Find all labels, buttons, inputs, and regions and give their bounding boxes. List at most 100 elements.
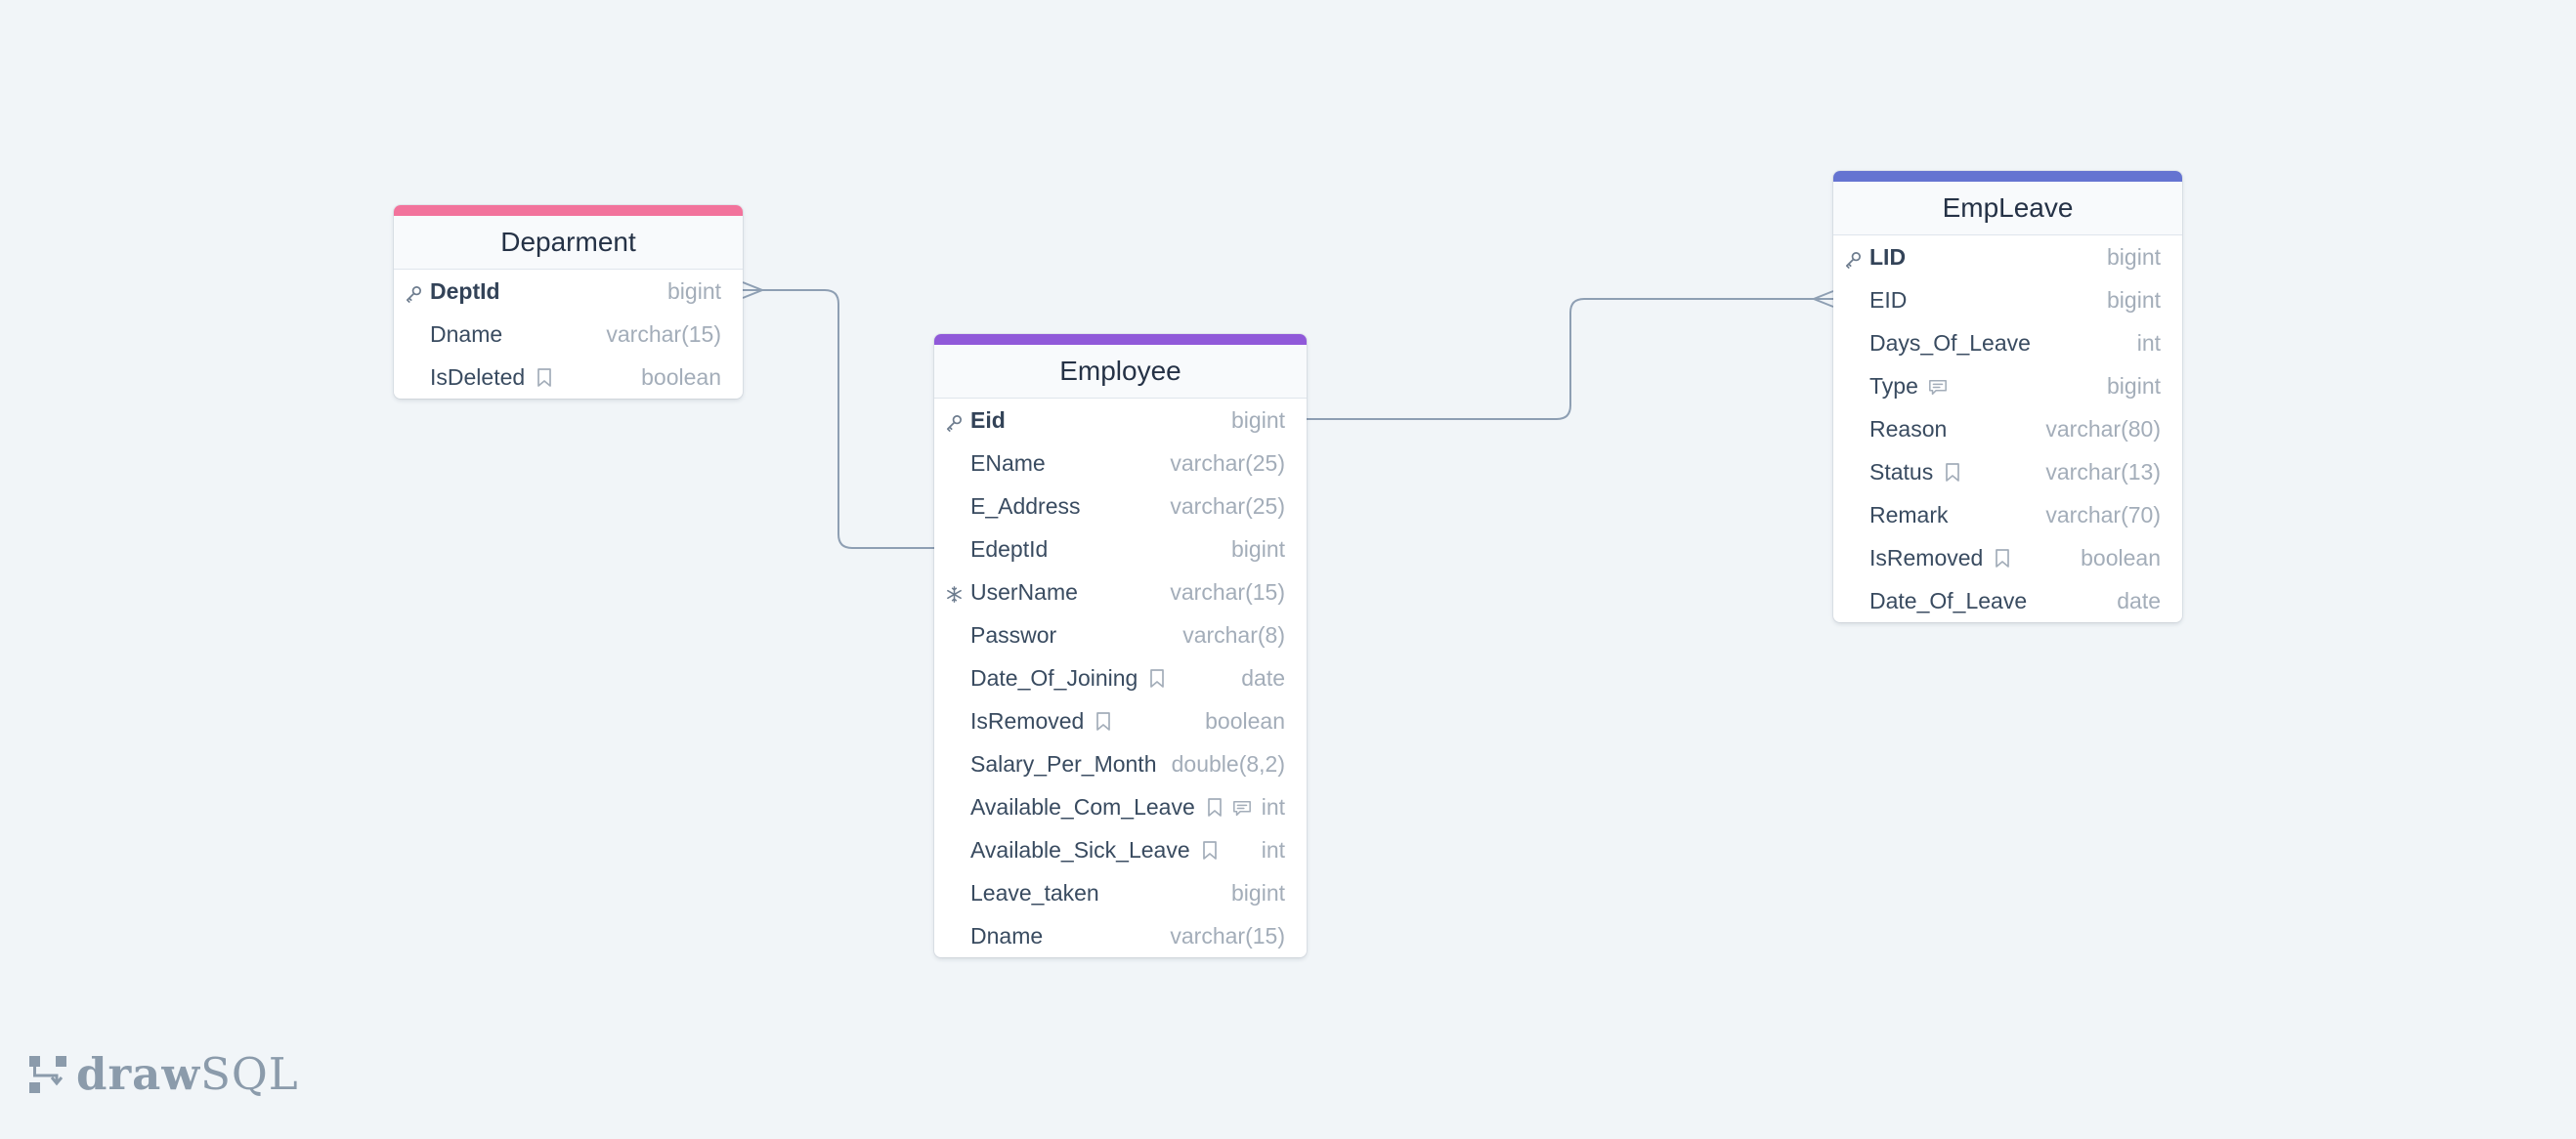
column-name: Eid — [970, 406, 1006, 433]
column-flags — [1205, 797, 1252, 818]
column-type: boolean — [2081, 544, 2161, 570]
column-row-date-of-leave[interactable]: Date_Of_Leave date — [1833, 579, 2182, 622]
column-type: varchar(25) — [1170, 492, 1285, 519]
column-row-dname[interactable]: Dname varchar(15) — [934, 914, 1307, 957]
column-row-eid[interactable]: Eid bigint — [934, 399, 1307, 442]
column-type: varchar(80) — [2045, 415, 2161, 442]
bookmark-icon[interactable] — [1205, 797, 1224, 818]
brand-wordmark: drawSQL — [76, 1048, 299, 1100]
column-row-type[interactable]: Type bigint — [1833, 364, 2182, 407]
column-type: varchar(25) — [1170, 449, 1285, 476]
column-row-eid[interactable]: EID bigint — [1833, 278, 2182, 321]
snowflake-icon — [945, 583, 964, 603]
column-row-leave-taken[interactable]: Leave_taken bigint — [934, 871, 1307, 914]
column-type: bigint — [1231, 879, 1285, 906]
column-row-dname[interactable]: Dname varchar(15) — [394, 313, 743, 356]
column-row-deptid[interactable]: DeptId bigint — [394, 270, 743, 313]
bookmark-icon[interactable] — [1200, 840, 1220, 861]
column-type: varchar(15) — [606, 320, 721, 347]
table-empleave[interactable]: EmpLeave LID bigint EID bigint Days_Of_Leave i… — [1833, 171, 2182, 622]
column-flags — [1200, 840, 1220, 861]
bookmark-icon[interactable] — [1943, 462, 1962, 483]
column-name: EID — [1869, 286, 1908, 313]
column-name: Available_Com_Leave — [970, 793, 1195, 820]
column-type: bigint — [2107, 372, 2161, 399]
column-flags — [1993, 548, 2012, 569]
column-name: IsRemoved — [970, 707, 1085, 734]
table-accent-bar — [934, 334, 1307, 345]
column-name: Dname — [430, 320, 503, 347]
column-name: LID — [1869, 243, 1907, 270]
column-row-date-of-joining[interactable]: Date_Of_Joining date — [934, 656, 1307, 699]
column-type: int — [1261, 793, 1285, 820]
column-type: bigint — [2107, 286, 2161, 313]
column-name: Type — [1869, 372, 1918, 399]
bookmark-icon[interactable] — [535, 367, 554, 388]
column-row-passwor[interactable]: Passwor varchar(8) — [934, 613, 1307, 656]
column-row-username[interactable]: UserName varchar(15) — [934, 570, 1307, 613]
key-icon — [945, 411, 964, 432]
column-row-status[interactable]: Status varchar(13) — [1833, 450, 2182, 493]
column-row-salary-per-month[interactable]: Salary_Per_Month double(8,2) — [934, 742, 1307, 785]
column-row-remark[interactable]: Remark varchar(70) — [1833, 493, 2182, 536]
brand-word-draw: draw — [76, 1048, 201, 1100]
column-name: Date_Of_Leave — [1869, 587, 2028, 613]
column-type: int — [2136, 329, 2161, 356]
column-name: DeptId — [430, 277, 500, 304]
column-name: UserName — [970, 578, 1078, 605]
column-row-isdeleted[interactable]: IsDeleted boolean — [394, 356, 743, 399]
column-row-reason[interactable]: Reason varchar(80) — [1833, 407, 2182, 450]
column-name: E_Address — [970, 492, 1081, 519]
column-flags — [535, 367, 554, 388]
column-type: boolean — [1205, 707, 1285, 734]
table-title[interactable]: Deparment — [394, 216, 743, 270]
column-name: Days_Of_Leave — [1869, 329, 2031, 356]
column-type: bigint — [2107, 243, 2161, 270]
column-flags — [1943, 462, 1962, 483]
column-type: date — [2117, 587, 2161, 613]
table-title[interactable]: Employee — [934, 345, 1307, 399]
column-type: varchar(70) — [2045, 501, 2161, 527]
comment-icon[interactable] — [1928, 376, 1948, 397]
table-title[interactable]: EmpLeave — [1833, 182, 2182, 235]
bookmark-icon[interactable] — [1147, 668, 1167, 689]
column-flags — [1928, 376, 1948, 397]
column-row-available-com-leave[interactable]: Available_Com_Leave int — [934, 785, 1307, 828]
table-deparment[interactable]: Deparment DeptId bigint Dname varchar(15) IsD… — [394, 205, 743, 399]
column-name: Leave_taken — [970, 879, 1099, 906]
table-accent-bar — [1833, 171, 2182, 182]
crows-foot-icon — [742, 281, 765, 299]
column-row-isremoved[interactable]: IsRemoved boolean — [1833, 536, 2182, 579]
relation-line-0[interactable] — [743, 289, 934, 549]
column-row-edeptid[interactable]: EdeptId bigint — [934, 527, 1307, 570]
column-name: Reason — [1869, 415, 1948, 442]
key-icon — [1844, 248, 1863, 269]
column-type: varchar(15) — [1170, 922, 1285, 949]
column-row-lid[interactable]: LID bigint — [1833, 235, 2182, 278]
column-row-available-sick-leave[interactable]: Available_Sick_Leave int — [934, 828, 1307, 871]
column-type: int — [1261, 836, 1285, 863]
column-name: Salary_Per_Month — [970, 750, 1157, 777]
column-name: EName — [970, 449, 1046, 476]
column-row-isremoved[interactable]: IsRemoved boolean — [934, 699, 1307, 742]
bookmark-icon[interactable] — [1993, 548, 2012, 569]
brand-logo[interactable]: drawSQL — [27, 1048, 299, 1100]
column-type: varchar(13) — [2045, 458, 2161, 485]
column-name: Status — [1869, 458, 1934, 485]
relation-line-1[interactable] — [1307, 298, 1833, 420]
diagram-canvas[interactable]: Deparment DeptId bigint Dname varchar(15) IsD… — [0, 0, 2576, 1139]
table-employee[interactable]: Employee Eid bigint EName varchar(25) E_Addre… — [934, 334, 1307, 957]
column-row-e-address[interactable]: E_Address varchar(25) — [934, 485, 1307, 527]
column-name: IsRemoved — [1869, 544, 1984, 570]
column-row-ename[interactable]: EName varchar(25) — [934, 442, 1307, 485]
column-type: bigint — [1231, 406, 1285, 433]
comment-icon[interactable] — [1232, 797, 1252, 818]
column-type: boolean — [641, 363, 721, 390]
crows-foot-icon — [1811, 290, 1834, 308]
column-name: Remark — [1869, 501, 1949, 527]
brand-word-sql: SQL — [200, 1048, 299, 1100]
column-row-days-of-leave[interactable]: Days_Of_Leave int — [1833, 321, 2182, 364]
bookmark-icon[interactable] — [1094, 711, 1113, 732]
column-type: bigint — [1231, 535, 1285, 562]
column-name: Available_Sick_Leave — [970, 836, 1190, 863]
